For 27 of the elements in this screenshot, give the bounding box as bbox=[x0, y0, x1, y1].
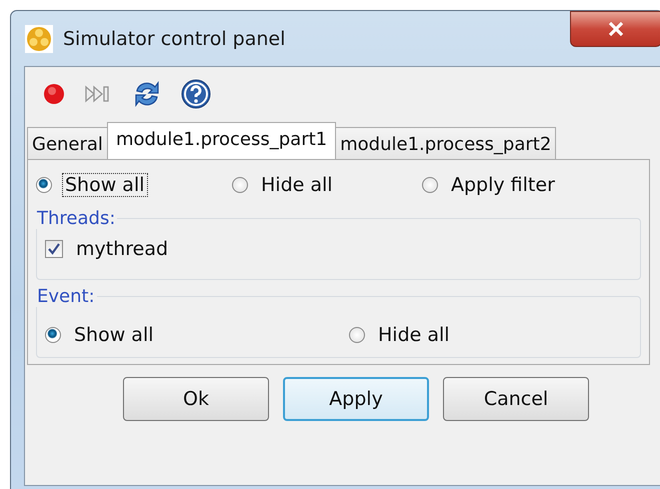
dialog-button[interactable]: Apply bbox=[283, 377, 429, 421]
checkbox-label: mythread bbox=[75, 237, 170, 261]
radio-button[interactable] bbox=[45, 327, 61, 343]
radio-button[interactable] bbox=[232, 177, 248, 193]
group-title: Threads: bbox=[36, 208, 116, 229]
radio-label: Apply filter bbox=[450, 173, 556, 197]
tab[interactable]: module1.process_part1 bbox=[106, 122, 336, 159]
radio-button[interactable] bbox=[36, 177, 52, 193]
radio-label: Show all bbox=[62, 173, 148, 197]
refresh-icon bbox=[133, 79, 161, 109]
radio-button[interactable] bbox=[422, 177, 438, 193]
radio-label: Hide all bbox=[260, 173, 334, 197]
dialog-button[interactable]: Cancel bbox=[443, 377, 589, 421]
group-title: Event: bbox=[36, 286, 96, 307]
app-icon bbox=[25, 24, 53, 52]
radio-label: Show all bbox=[73, 323, 155, 347]
record-icon bbox=[43, 83, 65, 105]
tab[interactable]: module1.process_part2 bbox=[335, 127, 556, 159]
close-button[interactable] bbox=[570, 11, 660, 47]
help-icon bbox=[181, 79, 211, 109]
dialog-button[interactable]: Ok bbox=[123, 377, 269, 421]
window-title: Simulator control panel bbox=[63, 28, 286, 50]
tab[interactable]: General bbox=[27, 127, 108, 159]
radio-label: Hide all bbox=[377, 323, 451, 347]
radio-button[interactable] bbox=[349, 327, 365, 343]
close-icon bbox=[608, 22, 624, 36]
checkbox[interactable] bbox=[45, 240, 63, 258]
